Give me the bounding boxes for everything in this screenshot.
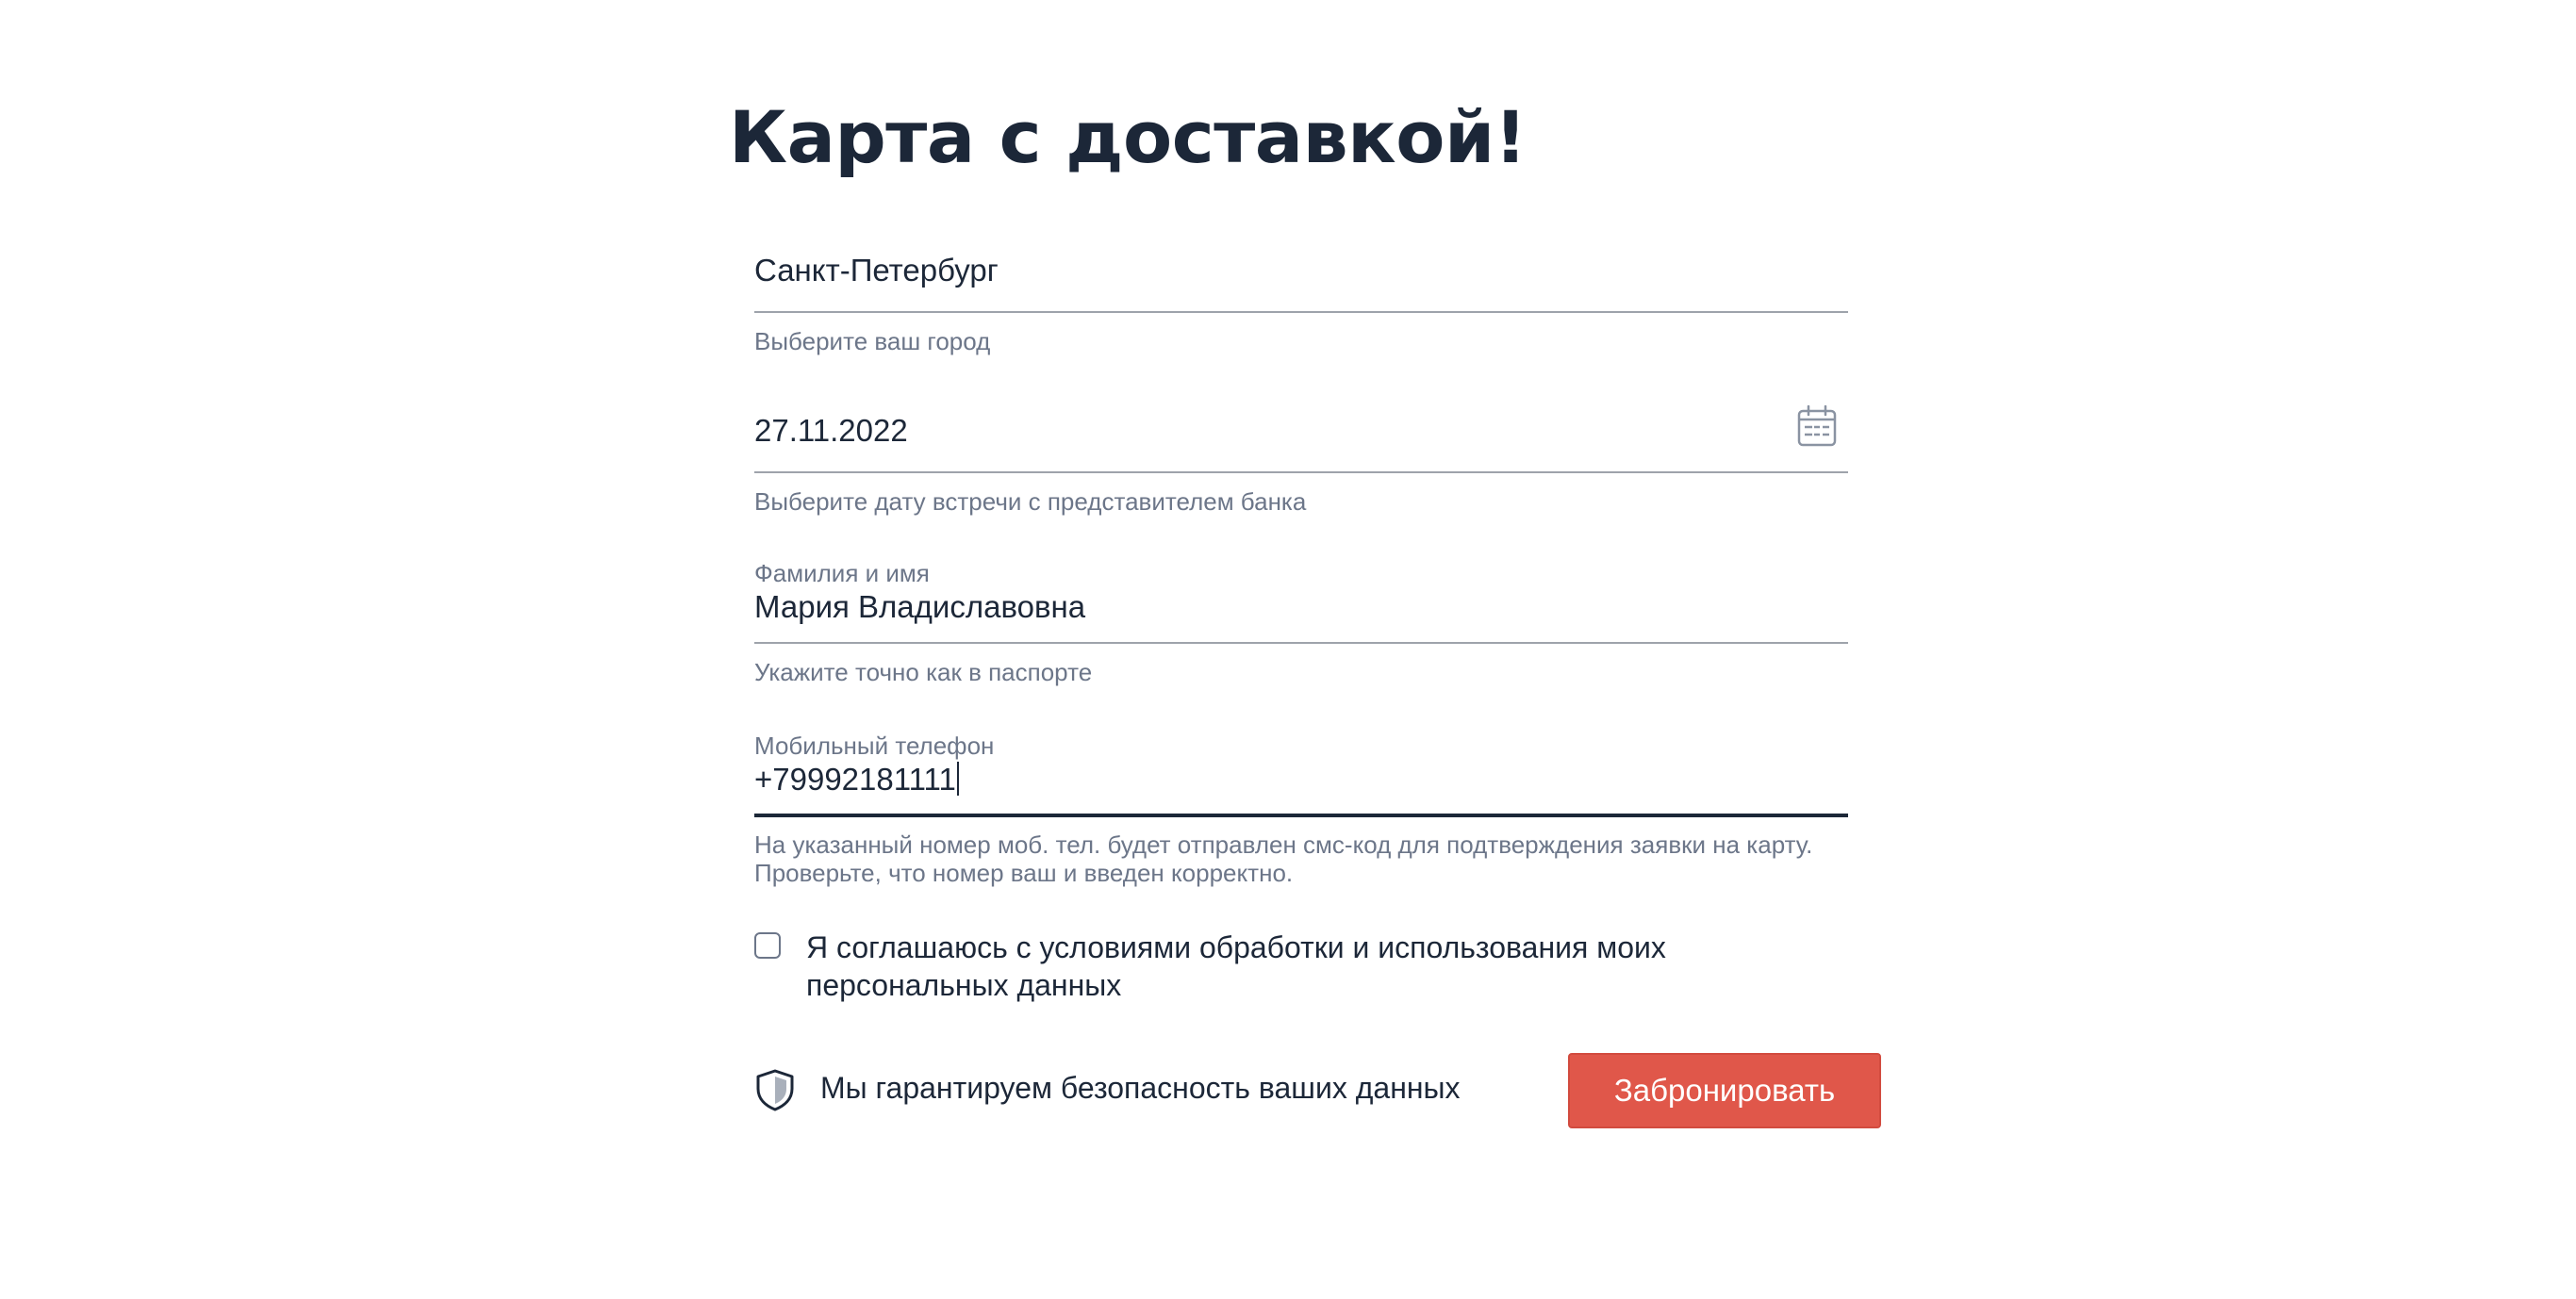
consent-label[interactable]: Я соглашаюсь с условиями обработки и исп…	[806, 929, 1749, 1004]
city-hint: Выберите ваш город	[754, 327, 991, 355]
full-name-label: Фамилия и имя	[754, 559, 930, 587]
full-name-hint: Укажите точно как в паспорте	[754, 658, 1093, 686]
calendar-icon[interactable]	[1797, 405, 1837, 447]
shield-icon	[756, 1069, 794, 1111]
date-input[interactable]: 27.11.2022	[754, 411, 908, 451]
date-hint: Выберите дату встречи с представителем б…	[754, 487, 1307, 516]
phone-input[interactable]: +79992181111	[754, 760, 959, 799]
date-underline	[754, 471, 1848, 473]
phone-hint: На указанный номер моб. тел. будет отпра…	[754, 830, 1813, 887]
security-text: Мы гарантируем безопасность ваших данных	[820, 1071, 1461, 1105]
full-name-underline	[754, 642, 1848, 644]
book-button[interactable]: Забронировать	[1568, 1053, 1881, 1128]
city-select[interactable]: Санкт-Петербург	[754, 251, 999, 290]
phone-label: Мобильный телефон	[754, 732, 995, 760]
full-name-input[interactable]: Мария Владиславовна	[754, 587, 1085, 627]
page-title: Карта с доставкой!	[729, 95, 1527, 179]
consent-checkbox[interactable]	[754, 932, 781, 959]
city-underline	[754, 311, 1848, 313]
phone-underline-active	[754, 814, 1848, 817]
phone-value: +79992181111	[754, 762, 956, 797]
text-caret	[956, 762, 959, 796]
